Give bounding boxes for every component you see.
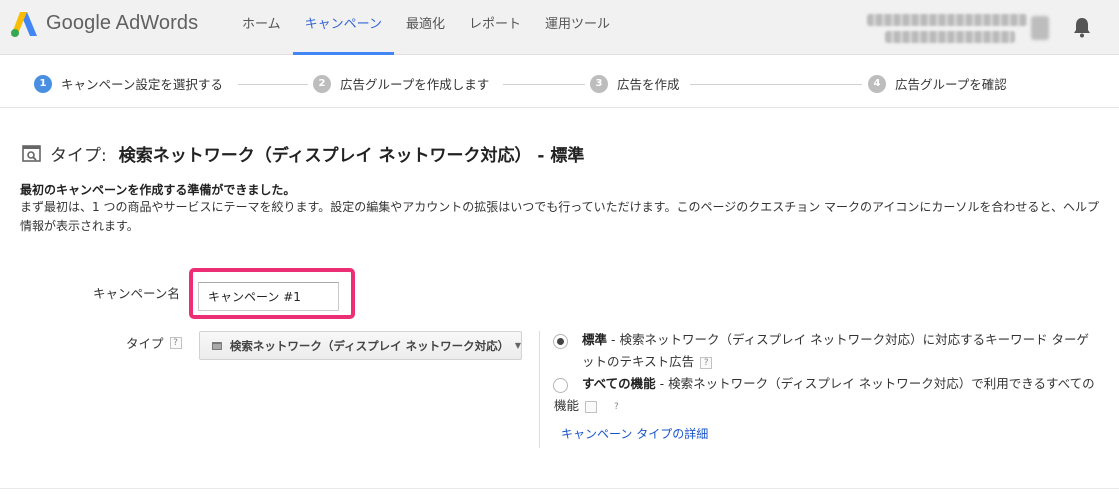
bell-icon[interactable]	[1072, 16, 1092, 38]
progress-steps: 1 キャンペーン設定を選択する 2 広告グループを作成します 3 広告を作成 4…	[0, 56, 1119, 108]
option-all-features-title: すべての機能	[582, 376, 656, 391]
step-number: 4	[868, 74, 886, 93]
nav-item-tools[interactable]: 運用ツール	[533, 0, 622, 55]
step-label: 広告グループを確認	[895, 77, 1007, 92]
account-menu[interactable]	[845, 10, 1050, 48]
campaign-type-details-link[interactable]: キャンペーン タイプの詳細	[561, 425, 708, 442]
step-connector	[690, 84, 862, 85]
help-icon[interactable]: ?	[585, 400, 619, 413]
avatar[interactable]	[1031, 16, 1049, 40]
option-standard: 標準 - 検索ネットワーク（ディスプレイ ネットワーク対応）に対応するキーワード…	[582, 329, 1097, 373]
option-all-features: すべての機能 - 検索ネットワーク（ディスプレイ ネットワーク対応）で利用できる…	[554, 373, 1097, 417]
nav-item-optimization[interactable]: 最適化	[394, 0, 457, 55]
folder-icon	[212, 341, 222, 350]
nav-item-campaigns[interactable]: キャンペーン	[292, 0, 395, 55]
step-label: 広告を作成	[617, 77, 680, 92]
account-info-blurred	[867, 14, 1027, 26]
type-prefix: タイプ:	[50, 146, 107, 166]
step-label: 広告グループを作成します	[340, 77, 490, 92]
brand-name[interactable]: Google AdWords	[46, 12, 198, 35]
campaign-type-dropdown[interactable]: 検索ネットワーク（ディスプレイ ネットワーク対応） ▼	[199, 331, 522, 360]
step-4: 4 広告グループを確認	[868, 74, 1007, 93]
type-label: タイプ ?	[126, 333, 182, 352]
radio-standard[interactable]	[553, 334, 568, 349]
step-number: 3	[590, 74, 608, 93]
nav-item-reports[interactable]: レポート	[457, 0, 533, 55]
intro-heading: 最初のキャンペーンを作成する準備ができました。	[20, 183, 296, 197]
help-icon[interactable]: ?	[700, 356, 713, 369]
option-standard-desc: - 検索ネットワーク（ディスプレイ ネットワーク対応）に対応するキーワード ター…	[582, 332, 1090, 369]
main-nav: ホーム キャンペーン 最適化 レポート 運用ツール	[230, 0, 622, 55]
step-connector	[503, 84, 585, 85]
intro-text: まず最初は、1 つの商品やサービスにテーマを絞ります。設定の編集やアカウントの拡…	[20, 200, 1099, 233]
campaign-name-input[interactable]	[198, 282, 339, 311]
divider	[539, 331, 540, 448]
chevron-down-icon: ▼	[514, 341, 521, 350]
campaign-name-label: キャンペーン名	[93, 286, 180, 301]
account-id-blurred	[885, 31, 1015, 43]
nav-item-home[interactable]: ホーム	[230, 0, 293, 55]
dropdown-value: 検索ネットワーク（ディスプレイ ネットワーク対応）	[229, 338, 510, 353]
step-2: 2 広告グループを作成します	[313, 74, 489, 93]
type-value: 検索ネットワーク（ディスプレイ ネットワーク対応） - 標準	[118, 146, 585, 166]
top-bar: Google AdWords ホーム キャンペーン 最適化 レポート 運用ツール	[0, 0, 1119, 55]
help-icon[interactable]: ?	[169, 336, 182, 349]
adwords-logo-icon[interactable]	[10, 10, 38, 38]
step-3: 3 広告を作成	[590, 74, 680, 93]
option-standard-title: 標準	[582, 332, 608, 347]
search-network-icon	[22, 144, 41, 162]
step-number: 2	[313, 74, 331, 93]
step-connector	[238, 84, 308, 85]
step-label: キャンペーン設定を選択する	[61, 77, 223, 92]
step-1: 1 キャンペーン設定を選択する	[34, 74, 223, 93]
divider	[0, 488, 1119, 489]
step-number: 1	[34, 74, 52, 93]
page-title: タイプ: 検索ネットワーク（ディスプレイ ネットワーク対応） - 標準	[22, 141, 584, 166]
type-label-text: タイプ	[126, 336, 164, 351]
